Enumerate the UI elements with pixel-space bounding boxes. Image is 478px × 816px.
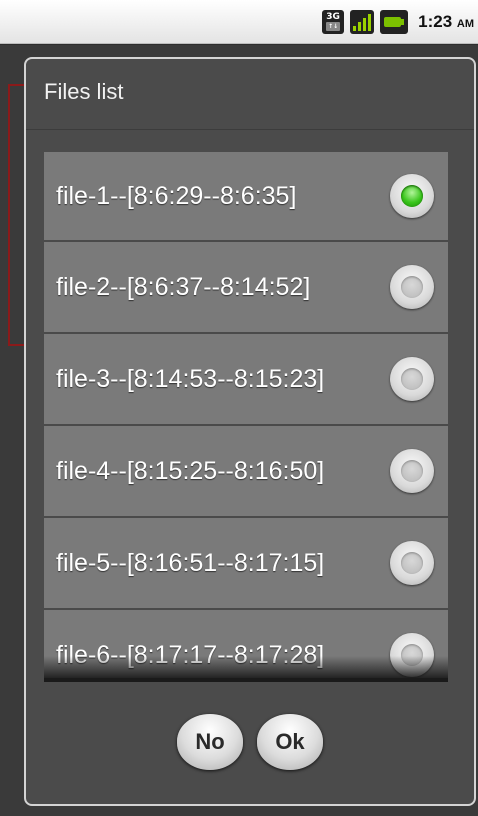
title-divider bbox=[26, 129, 474, 130]
signal-strength-icon bbox=[350, 10, 375, 34]
radio-button[interactable] bbox=[390, 449, 434, 493]
list-item-file-2[interactable]: file-2--[8:6:37--8:14:52] bbox=[44, 242, 448, 334]
list-item-file-1[interactable]: file-1--[8:6:29--8:6:35] bbox=[44, 152, 448, 242]
battery-icon bbox=[380, 10, 409, 34]
network-type-label: 3G bbox=[326, 12, 340, 22]
files-list[interactable]: file-1--[8:6:29--8:6:35] file-2--[8:6:37… bbox=[44, 152, 448, 682]
dialog-title: Files list bbox=[44, 79, 124, 104]
clock-time: 1:23 bbox=[418, 12, 453, 31]
list-item-file-6[interactable]: file-6--[8:17:17--8:17:28] bbox=[44, 610, 448, 678]
no-button[interactable]: No bbox=[177, 714, 243, 770]
clock-ampm: AM bbox=[456, 18, 474, 30]
list-item-label: file-1--[8:6:29--8:6:35] bbox=[56, 181, 297, 210]
list-item-file-3[interactable]: file-3--[8:14:53--8:15:23] bbox=[44, 334, 448, 426]
network-3g-icon: 3G ↑↓ bbox=[322, 10, 345, 34]
list-item-label: file-2--[8:6:37--8:14:52] bbox=[56, 272, 311, 301]
dialog-buttons: No Ok bbox=[26, 714, 474, 770]
list-item-label: file-4--[8:15:25--8:16:50] bbox=[56, 456, 325, 485]
radio-button[interactable] bbox=[390, 541, 434, 585]
status-clock: 1:23 AM bbox=[418, 12, 474, 32]
status-bar: 3G ↑↓ 1:23 AM bbox=[0, 0, 478, 44]
list-item-file-5[interactable]: file-5--[8:16:51--8:17:15] bbox=[44, 518, 448, 610]
status-icons: 3G ↑↓ 1:23 AM bbox=[322, 9, 474, 35]
radio-button[interactable] bbox=[390, 265, 434, 309]
radio-button[interactable] bbox=[390, 633, 434, 677]
files-list-dialog: Files list file-1--[8:6:29--8:6:35] file… bbox=[24, 57, 476, 806]
list-item-label: file-3--[8:14:53--8:15:23] bbox=[56, 364, 325, 393]
list-item-file-4[interactable]: file-4--[8:15:25--8:16:50] bbox=[44, 426, 448, 518]
list-item-label: file-5--[8:16:51--8:17:15] bbox=[56, 548, 325, 577]
ok-button[interactable]: Ok bbox=[257, 714, 323, 770]
radio-button[interactable] bbox=[390, 174, 434, 218]
radio-button[interactable] bbox=[390, 357, 434, 401]
list-item-label: file-6--[8:17:17--8:17:28] bbox=[56, 640, 325, 669]
